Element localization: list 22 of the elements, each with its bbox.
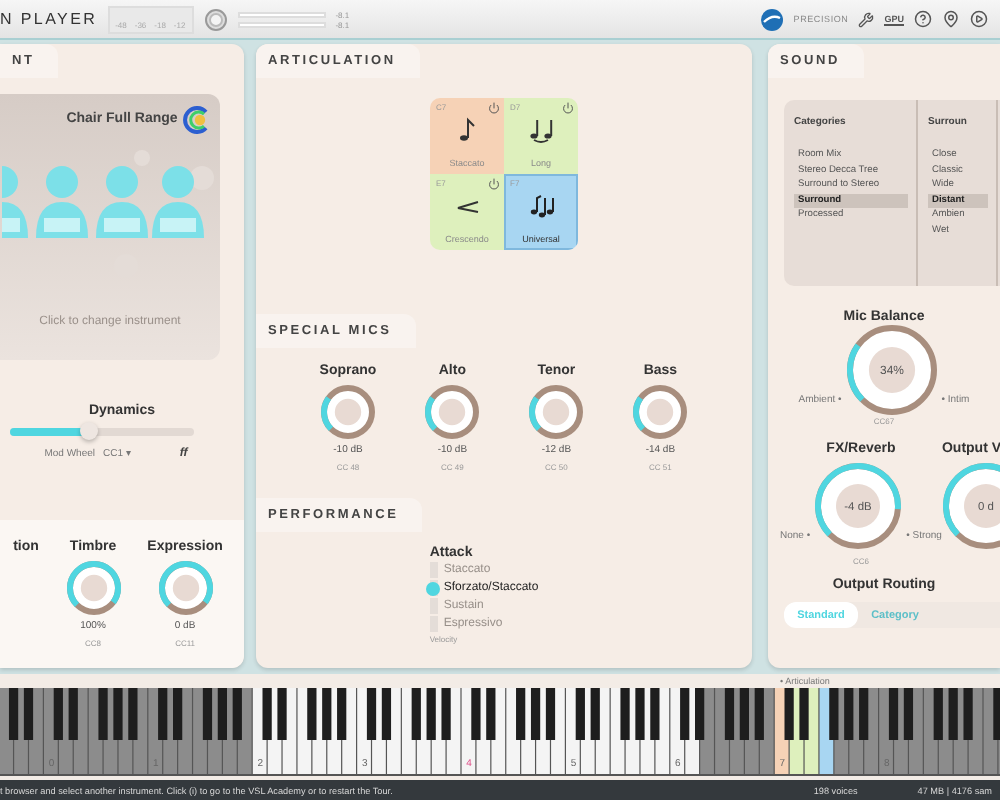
power-icon[interactable]: [488, 178, 500, 190]
knob[interactable]: [528, 384, 585, 440]
play-icon[interactable]: [970, 10, 988, 28]
knob[interactable]: [319, 384, 376, 440]
slider-thumb[interactable]: [79, 422, 98, 440]
selector-thumb[interactable]: [426, 581, 441, 595]
map-pin-icon[interactable]: [942, 10, 960, 28]
wrench-icon[interactable]: [858, 11, 875, 27]
knob[interactable]: [632, 384, 689, 440]
knob-icon[interactable]: [203, 7, 228, 31]
notes-icon: [527, 192, 555, 220]
knob[interactable]: [424, 384, 481, 440]
app-title: N PLAYER: [0, 10, 98, 28]
help-icon[interactable]: [914, 10, 932, 28]
tied-notes-icon: [527, 116, 555, 144]
knob[interactable]: [65, 560, 122, 616]
info-icon[interactable]: [182, 106, 210, 134]
dynamics-slider[interactable]: [10, 428, 194, 436]
power-icon[interactable]: [562, 102, 574, 114]
knob[interactable]: [157, 560, 214, 616]
logo-icon: [759, 7, 784, 31]
power-icon[interactable]: [488, 102, 500, 114]
